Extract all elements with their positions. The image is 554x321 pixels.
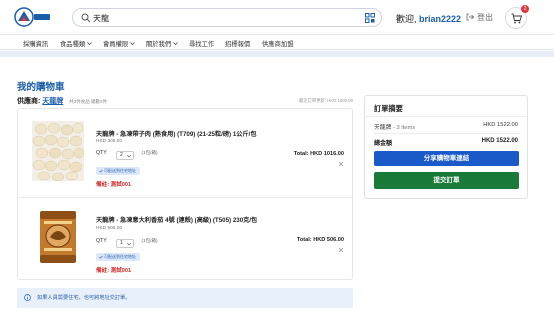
nav-item-jobs[interactable]: 尋找工作 bbox=[189, 39, 214, 48]
chevron-down-icon bbox=[87, 42, 92, 45]
cart-item: 天龍牌 - 急凍意大利香茄 4號 (連殼) (高級) (T505) 230克/包… bbox=[18, 201, 354, 281]
header: 歡迎, brian2222 登出 2 bbox=[0, 0, 554, 35]
info-icon bbox=[24, 294, 31, 301]
product-price: HKD 506.00 bbox=[96, 226, 123, 231]
delivery-tag: 可配送到住宅地址 bbox=[96, 253, 140, 261]
quantity-row: QTY 2 (1包/箱) bbox=[96, 150, 158, 160]
unit-info: (1包/箱) bbox=[141, 238, 158, 243]
unit-info: (1包/箱) bbox=[141, 150, 158, 155]
search-icon bbox=[81, 13, 91, 23]
summary-items: - 3 items bbox=[391, 125, 416, 131]
cart-item: 天龍牌 - 急凍帶子肉 (熟食用) (T709) (21-25粒/磅) 1公斤/… bbox=[18, 109, 354, 193]
chevron-down-icon bbox=[127, 242, 131, 246]
nav-item-label: 食品種類 bbox=[60, 41, 86, 48]
item-remark[interactable]: 備註: 測試001 bbox=[96, 266, 131, 274]
quantity-value: 1 bbox=[120, 240, 123, 246]
item-divider bbox=[18, 197, 352, 198]
qty-label: QTY bbox=[96, 238, 107, 244]
nav-item-label: 關於我們 bbox=[146, 41, 172, 48]
summary-divider bbox=[365, 116, 527, 117]
item-total: Total: HKD 506.00 bbox=[296, 237, 344, 243]
submit-order-button[interactable]: 提交訂單 bbox=[374, 172, 519, 189]
summary-supplier-row: 天龍牌 - 3 items bbox=[374, 122, 415, 131]
order-summary-panel: 訂單摘要 天龍牌 - 3 items HKD 1522.00 總金額 HKD 1… bbox=[364, 95, 528, 199]
quantity-select[interactable]: 1 bbox=[116, 239, 135, 248]
supplier-label: 供應商: bbox=[17, 98, 43, 105]
chevron-down-icon bbox=[173, 42, 178, 45]
chevron-down-icon bbox=[130, 42, 135, 45]
info-notice: 如果人員需要住宅，也可將地址交訂單。 bbox=[17, 288, 353, 308]
remove-item-icon[interactable] bbox=[338, 161, 344, 167]
nav-item-procurement-info[interactable]: 採購資訊 bbox=[23, 39, 48, 48]
delivery-tag: 可配送到住宅地址 bbox=[96, 167, 140, 175]
logo-icon bbox=[14, 7, 50, 27]
supplier-item-count: 共2件食品 總數3件 bbox=[69, 99, 108, 104]
quantity-value: 2 bbox=[120, 152, 123, 158]
summary-supplier: 天龍牌 bbox=[374, 125, 392, 131]
nav-item-about-us[interactable]: 關於我們 bbox=[146, 39, 178, 48]
nav-item-food-categories[interactable]: 食品種類 bbox=[60, 39, 92, 48]
notice-text: 如果人員需要住宅，也可將地址交訂單。 bbox=[37, 295, 131, 301]
supplier-header: 供應商: 天龍牌 共2件食品 總數3件 最近訂單更新: HKD 1000.00 bbox=[17, 96, 353, 108]
summary-subtotal: HKD 1522.00 bbox=[483, 122, 518, 128]
cart-button[interactable]: 2 bbox=[505, 5, 529, 29]
delivery-tag-label: 可配送到住宅地址 bbox=[104, 168, 136, 173]
qty-label: QTY bbox=[96, 150, 107, 156]
logout-label: 登出 bbox=[477, 13, 493, 22]
nav-shadow-bar bbox=[0, 51, 554, 57]
item-remark[interactable]: 備註: 測試001 bbox=[96, 180, 131, 188]
username[interactable]: brian2222 bbox=[419, 14, 461, 24]
product-image-snails[interactable] bbox=[32, 207, 84, 267]
nav-item-tenders[interactable]: 招標報價 bbox=[225, 39, 250, 48]
logo[interactable] bbox=[14, 6, 52, 28]
cart-icon bbox=[511, 13, 522, 24]
main-nav: 採購資訊 食品種類 會員權限 關於我們 尋找工作 招標報價 供應商加盟 bbox=[0, 35, 554, 50]
product-name[interactable]: 天龍牌 - 急凍帶子肉 (熟食用) (T709) (21-25粒/磅) 1公斤/… bbox=[96, 129, 257, 138]
check-icon bbox=[99, 169, 103, 173]
summary-divider bbox=[374, 133, 520, 134]
nav-item-label: 會員權限 bbox=[103, 41, 129, 48]
item-total: Total: HKD 1016.00 bbox=[293, 151, 344, 157]
summary-total-label: 總金額 bbox=[374, 141, 393, 147]
supplier-link[interactable]: 天龍牌 bbox=[42, 98, 63, 105]
search-bar[interactable] bbox=[72, 8, 382, 27]
summary-total-value: HKD 1522.00 bbox=[481, 138, 518, 144]
product-price: HKD 306.00 bbox=[96, 139, 123, 144]
welcome-text: 歡迎, brian2222 bbox=[396, 12, 461, 25]
search-input[interactable] bbox=[93, 11, 353, 25]
qr-scan-icon[interactable] bbox=[365, 13, 375, 23]
product-image-scallops[interactable] bbox=[32, 121, 84, 181]
remove-item-icon[interactable] bbox=[338, 247, 344, 253]
quantity-row: QTY 1 (1包/箱) bbox=[96, 238, 158, 248]
welcome-prefix: 歡迎, bbox=[396, 14, 420, 24]
page-title: 我的購物車 bbox=[17, 82, 65, 93]
nav-item-membership[interactable]: 會員權限 bbox=[103, 39, 135, 48]
cart-count-badge: 2 bbox=[521, 5, 529, 13]
quantity-select[interactable]: 2 bbox=[116, 151, 135, 160]
supplier-update-info: 最近訂單更新: HKD 1000.00 bbox=[299, 98, 353, 103]
logout-icon bbox=[466, 13, 474, 21]
cart-item-list: 天龍牌 - 急凍帶子肉 (熟食用) (T709) (21-25粒/磅) 1公斤/… bbox=[17, 108, 353, 280]
delivery-tag-label: 可配送到住宅地址 bbox=[104, 254, 136, 259]
logout-button[interactable]: 登出 bbox=[466, 12, 493, 23]
nav-item-supplier-join[interactable]: 供應商加盟 bbox=[262, 39, 293, 48]
product-name[interactable]: 天龍牌 - 急凍意大利香茄 4號 (連殼) (高級) (T505) 230克/包 bbox=[96, 215, 257, 224]
chevron-down-icon bbox=[127, 154, 131, 158]
check-icon bbox=[99, 255, 103, 259]
summary-title: 訂單摘要 bbox=[374, 104, 403, 113]
share-cart-link-button[interactable]: 分享購物車連結 bbox=[374, 151, 519, 166]
